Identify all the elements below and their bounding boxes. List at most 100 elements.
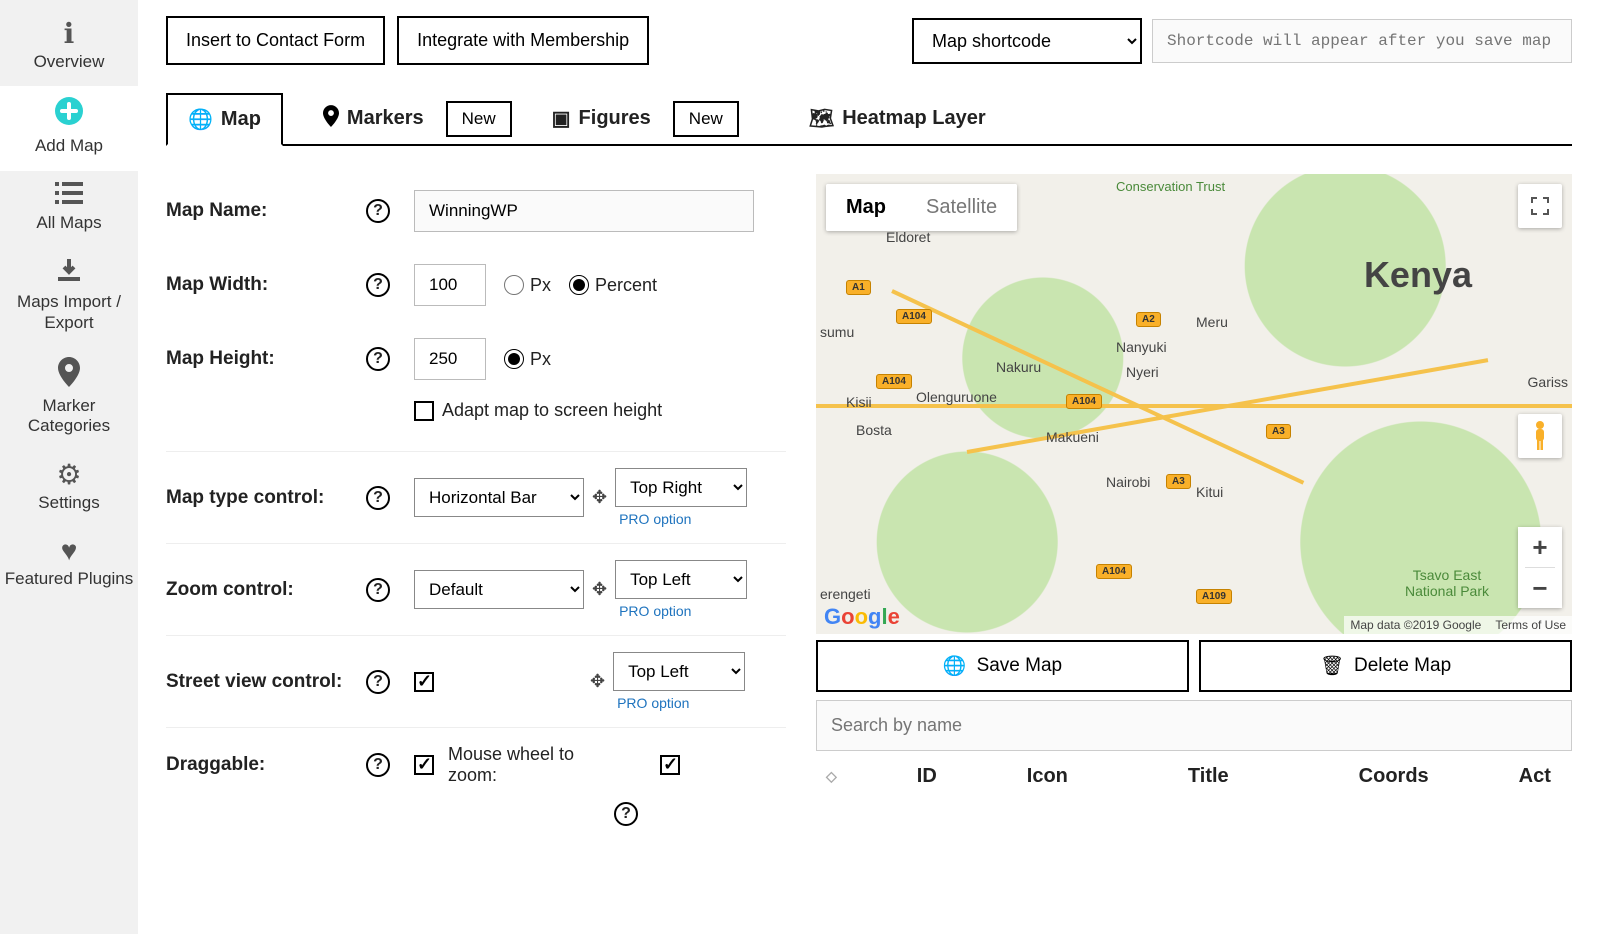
fullscreen-button[interactable] (1518, 184, 1562, 228)
map-city-label: Nairobi (1106, 474, 1150, 490)
map-type-control-label: Map type control: (166, 487, 366, 509)
map-city-label: Makueni (1046, 429, 1099, 445)
tab-bar: 🌐 Map Markers New ▣ Figures New 🗺 Heatma… (166, 93, 1572, 146)
map-city-label: Kisii (846, 394, 872, 410)
col-actions[interactable]: Act (1519, 765, 1551, 788)
top-toolbar: Insert to Contact Form Integrate with Me… (166, 16, 1572, 65)
sort-icon[interactable]: ◇ (826, 768, 837, 785)
mouse-wheel-checkbox[interactable] (660, 755, 680, 775)
sidebar-item-featured-plugins[interactable]: ♥ Featured Plugins (0, 527, 138, 603)
tab-heatmap[interactable]: 🗺 Heatmap Layer (799, 96, 1004, 141)
pegman-button[interactable] (1518, 414, 1562, 458)
width-percent-radio[interactable] (569, 275, 589, 295)
map-attribution: Map data ©2019 Google Terms of Use (1344, 616, 1572, 634)
info-icon: ℹ (64, 20, 75, 48)
draggable-checkbox[interactable] (414, 755, 434, 775)
mouse-wheel-label: Mouse wheel to zoom: (448, 744, 608, 786)
tab-label: Heatmap Layer (842, 107, 985, 130)
map-data-label: Map data ©2019 Google (1350, 618, 1481, 632)
help-icon[interactable]: ? (366, 486, 390, 510)
road-shield: A109 (1196, 589, 1232, 604)
road-shield: A104 (896, 309, 932, 324)
map-type-control: Map Satellite (826, 184, 1017, 231)
zoom-control-select[interactable]: Default (414, 570, 584, 609)
map-park-label: Tsavo East National Park (1392, 567, 1502, 599)
help-icon[interactable]: ? (614, 802, 638, 826)
sidebar-item-settings[interactable]: ⚙ Settings (0, 451, 138, 527)
map-width-input[interactable] (414, 264, 486, 306)
width-px-radio[interactable] (504, 275, 524, 295)
help-icon[interactable]: ? (366, 753, 390, 777)
map-name-input[interactable] (414, 190, 754, 232)
col-icon[interactable]: Icon (1027, 765, 1068, 788)
new-figure-button[interactable]: New (673, 101, 739, 137)
google-logo: Google (824, 604, 900, 630)
tab-figures[interactable]: ▣ Figures (542, 96, 669, 141)
map-country-label: Kenya (1364, 254, 1472, 296)
sidebar-item-import-export[interactable]: Maps Import / Export (0, 247, 138, 347)
save-map-button[interactable]: 🌐Save Map (816, 640, 1189, 692)
help-icon[interactable]: ? (366, 670, 390, 694)
col-title[interactable]: Title (1188, 765, 1229, 788)
move-icon[interactable]: ✥ (592, 487, 607, 508)
map-city-label: Gariss (1528, 374, 1568, 390)
height-px-radio[interactable] (504, 349, 524, 369)
insert-contact-form-button[interactable]: Insert to Contact Form (166, 16, 385, 65)
road-shield: A2 (1136, 312, 1161, 327)
street-view-checkbox[interactable] (414, 672, 434, 692)
map-city-label: Nakuru (996, 359, 1041, 375)
map-city-label: Kitui (1196, 484, 1223, 500)
download-icon (56, 257, 82, 288)
delete-map-button[interactable]: 🗑Delete Map (1199, 640, 1572, 692)
tab-markers[interactable]: Markers (313, 95, 442, 143)
zoom-position-select[interactable]: Top Left (615, 560, 747, 599)
help-icon[interactable]: ? (366, 578, 390, 602)
tab-map[interactable]: 🌐 Map (166, 93, 283, 146)
help-icon[interactable]: ? (366, 347, 390, 371)
map-preview[interactable]: Kenya Nairobi Nakuru Eldoret Kisii Nyeri… (816, 174, 1572, 634)
radio-label: Px (530, 349, 551, 370)
sidebar-item-label: Featured Plugins (5, 569, 134, 589)
zoom-control: + − (1518, 527, 1562, 608)
street-view-position-select[interactable]: Top Left (613, 652, 745, 691)
shortcode-output[interactable] (1152, 19, 1572, 63)
sidebar-item-add-map[interactable]: Add Map (0, 86, 138, 170)
map-park-label: Conservation Trust (1116, 179, 1225, 194)
marker-search-input[interactable] (816, 700, 1572, 751)
tab-label: Figures (579, 107, 651, 130)
col-coords[interactable]: Coords (1359, 765, 1429, 788)
move-icon[interactable]: ✥ (590, 671, 605, 692)
map-height-input[interactable] (414, 338, 486, 380)
new-marker-button[interactable]: New (446, 101, 512, 137)
help-icon[interactable]: ? (366, 273, 390, 297)
heart-icon: ♥ (61, 537, 78, 565)
radio-label: Px (530, 275, 551, 296)
sidebar-item-overview[interactable]: ℹ Overview (0, 10, 138, 86)
tab-label: Map (221, 108, 261, 131)
help-icon[interactable]: ? (366, 199, 390, 223)
zoom-in-button[interactable]: + (1518, 527, 1562, 567)
zoom-out-button[interactable]: − (1518, 568, 1562, 608)
terms-link[interactable]: Terms of Use (1495, 618, 1566, 632)
sidebar-item-label: Add Map (35, 136, 103, 156)
map-type-control-select[interactable]: Horizontal Bar (414, 478, 584, 517)
sidebar-item-label: Marker Categories (4, 396, 134, 437)
map-icon: 🗺 (809, 106, 834, 131)
col-id[interactable]: ID (917, 765, 937, 788)
map-type-position-select[interactable]: Top Right (615, 468, 747, 507)
integrate-membership-button[interactable]: Integrate with Membership (397, 16, 649, 65)
plus-circle-icon (54, 96, 84, 132)
sidebar-item-marker-categories[interactable]: Marker Categories (0, 347, 138, 451)
map-type-satellite-button[interactable]: Satellite (906, 184, 1017, 231)
move-icon[interactable]: ✥ (592, 579, 607, 600)
adapt-height-checkbox[interactable] (414, 401, 434, 421)
marker-table-header: ◇ ID Icon Title Coords Act (816, 751, 1572, 802)
shortcode-select[interactable]: Map shortcode (912, 18, 1142, 64)
sidebar-item-label: Maps Import / Export (4, 292, 134, 333)
sidebar-item-all-maps[interactable]: All Maps (0, 171, 138, 247)
map-city-label: Bosta (856, 422, 892, 438)
cubes-icon: ▣ (552, 106, 571, 131)
map-type-map-button[interactable]: Map (826, 184, 906, 231)
map-settings-form: Map Name: ? Map Width: ? Px Percent Map … (166, 174, 786, 826)
map-city-label: sumu (820, 324, 854, 340)
